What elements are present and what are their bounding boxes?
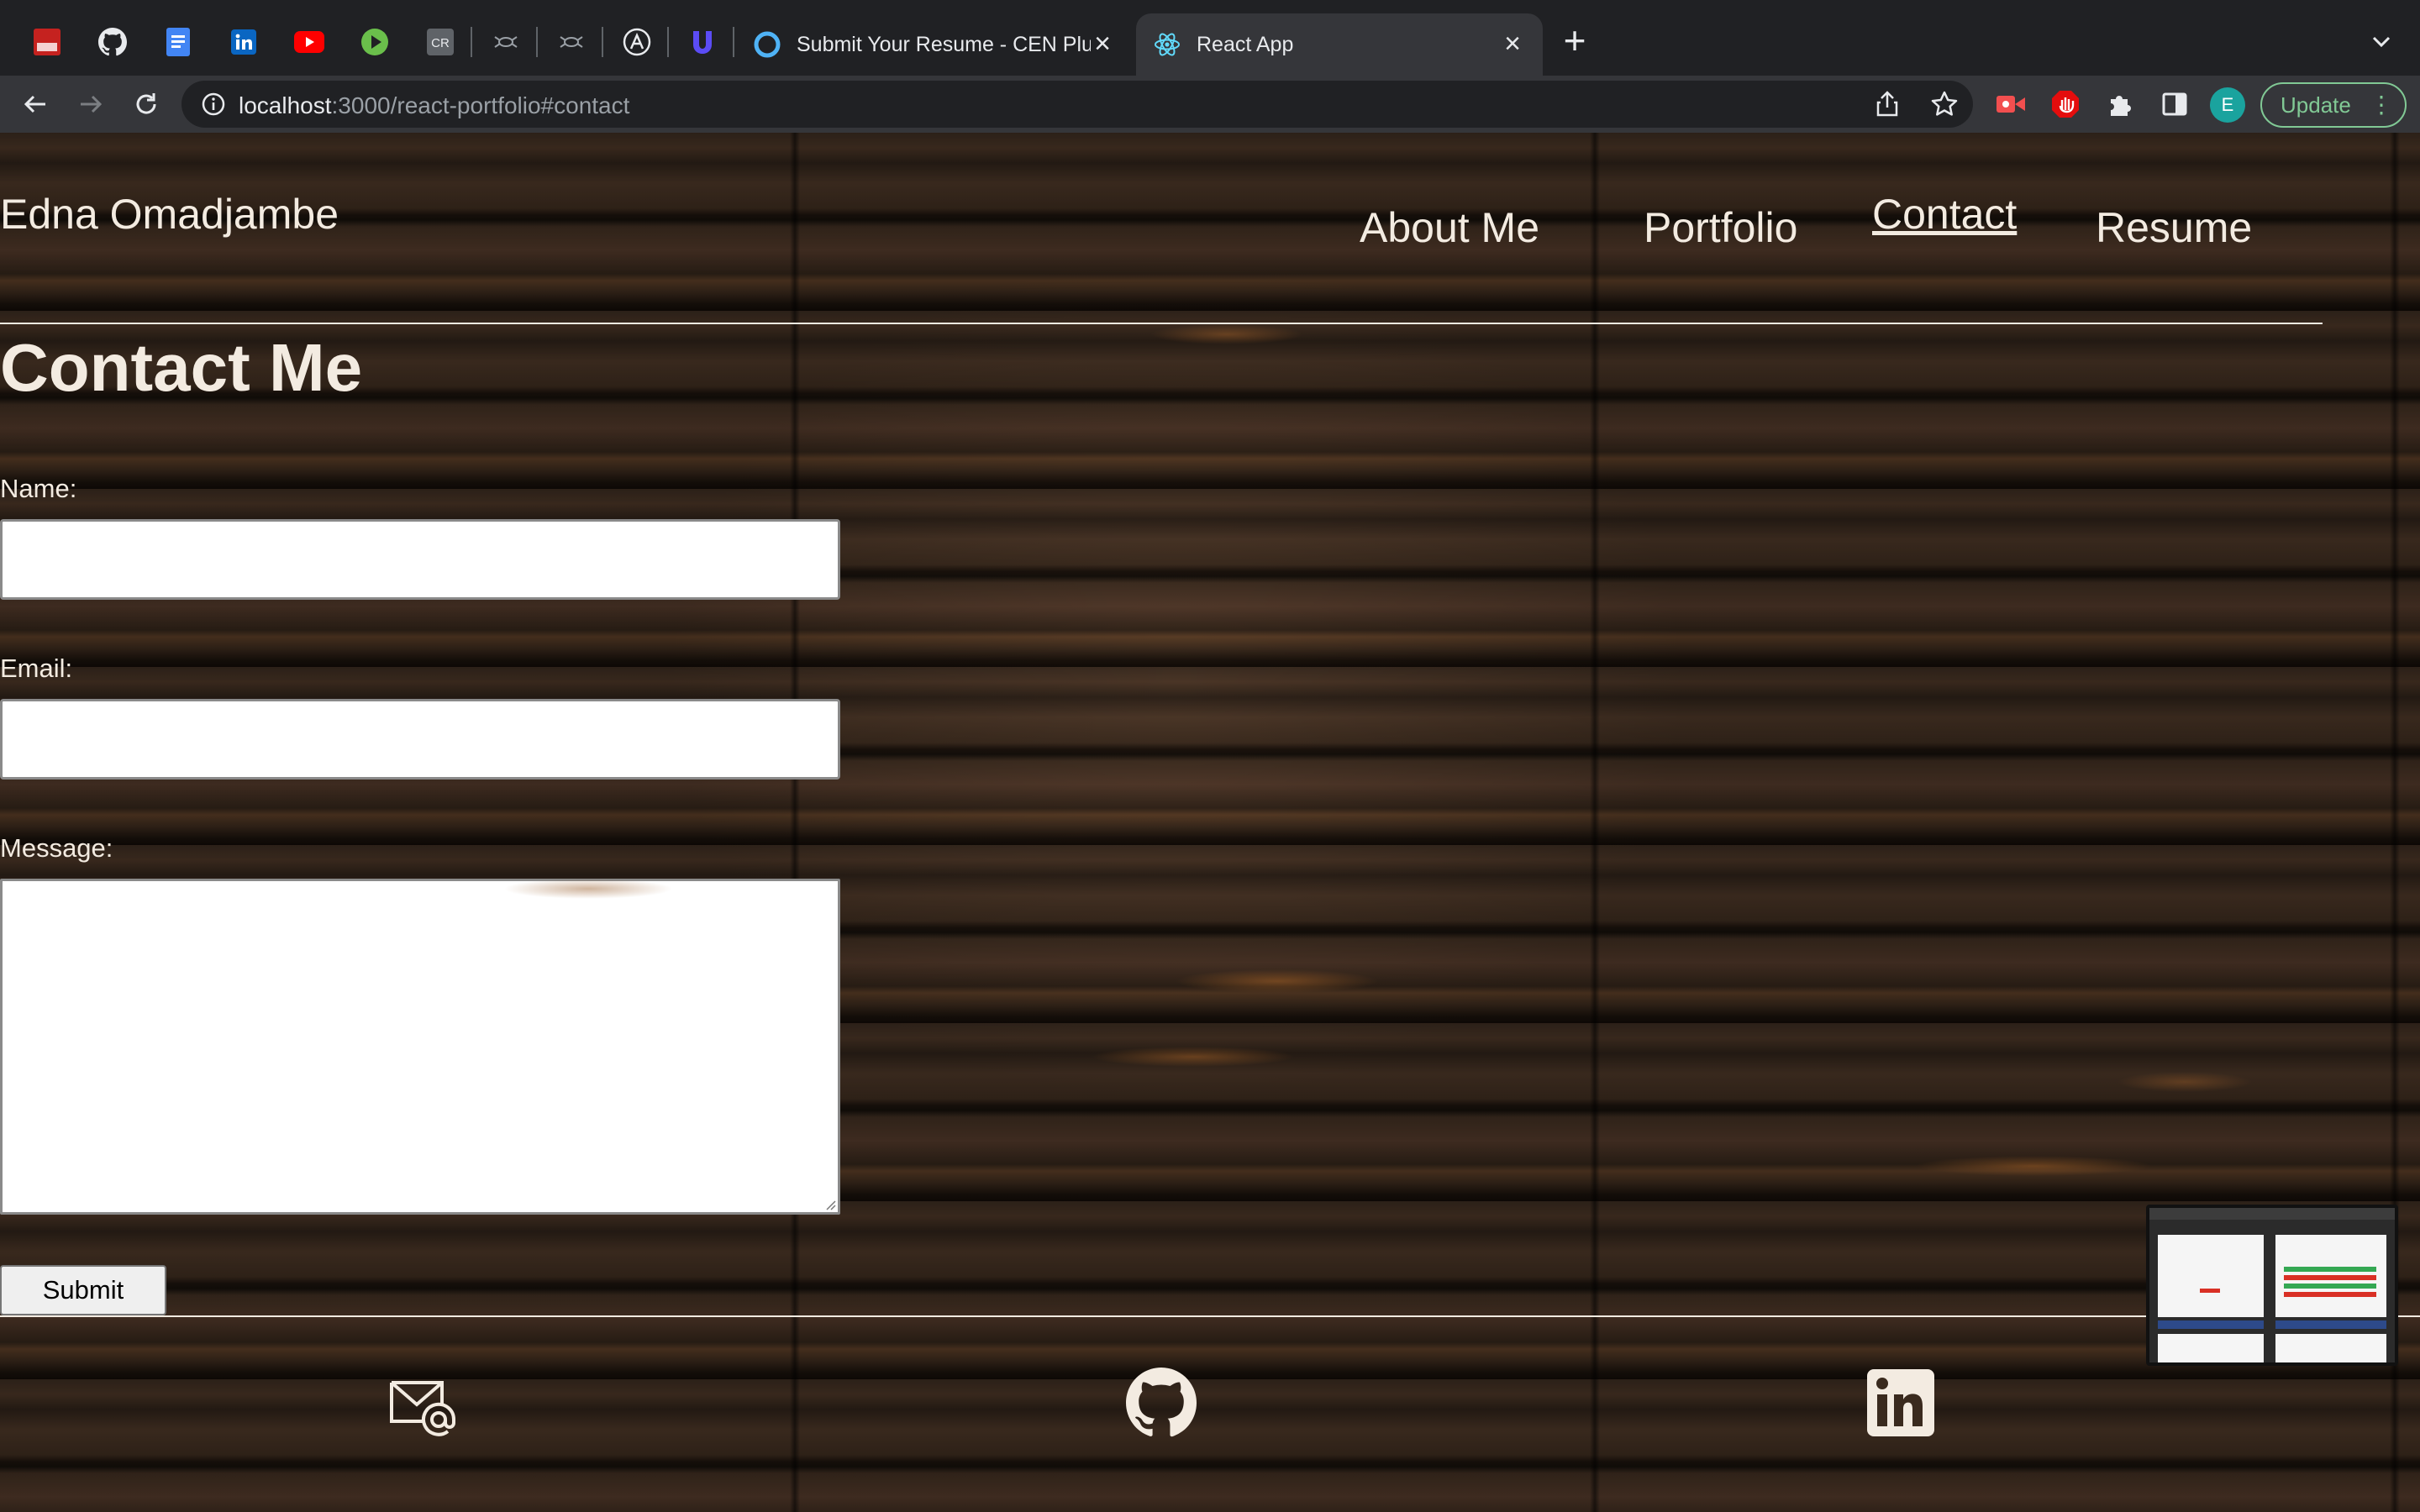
tab-react-app[interactable]: React App × [1136,13,1543,76]
reload-button[interactable] [128,86,165,123]
name-input[interactable] [0,519,840,600]
video-thumbnail [2149,1208,2395,1362]
tab-separator [536,27,538,57]
browser-tab-strip: CR Submit Your Resume - CEN Plu × React … [0,0,2420,76]
url-host: localhost [239,92,332,118]
profile-avatar[interactable]: E [2210,87,2245,123]
email-label: Email: [0,654,73,683]
youtube-icon[interactable] [286,18,333,66]
u-logo-icon[interactable] [679,18,726,66]
nav-contact[interactable]: Contact [1872,190,2017,239]
screen-recorder-extension-icon[interactable] [1993,86,2030,123]
site-name[interactable]: Edna Omadjambe [0,190,339,239]
email-input[interactable] [0,699,840,780]
google-docs-icon[interactable] [155,18,202,66]
close-tab-button[interactable]: × [1087,29,1118,59]
side-panel-icon[interactable] [2156,86,2193,123]
cr-icon[interactable]: CR [417,18,464,66]
info-icon[interactable] [198,89,229,119]
bookmark-star-icon[interactable] [1929,89,1960,119]
play-icon[interactable] [351,18,398,66]
extensions-puzzle-icon[interactable] [2102,86,2139,123]
picture-in-picture-preview[interactable] [2146,1205,2398,1366]
nav-portfolio[interactable]: Portfolio [1644,203,1797,252]
tab-separator [602,27,603,57]
page-viewport: Edna Omadjambe About Me Portfolio Contac… [0,133,2420,1512]
react-icon [1153,30,1181,59]
nav-resume[interactable]: Resume [2096,203,2252,252]
linkedin-icon[interactable] [1865,1368,1936,1438]
message-label: Message: [0,833,113,863]
a-circle-icon[interactable] [613,18,660,66]
more-menu-icon[interactable]: ⋮ [2370,92,2393,118]
header-divider [0,323,2323,324]
profile-initial: E [2221,94,2234,115]
submit-button[interactable]: Submit [0,1265,166,1315]
update-chrome-button[interactable]: Update ⋮ [2260,82,2407,128]
page-title: Contact Me [0,330,363,405]
tab-title: Submit Your Resume - CEN Plu [797,32,1091,56]
circle-ring-icon [753,30,781,59]
github-icon[interactable] [89,18,136,66]
github-icon[interactable] [1126,1368,1197,1438]
tab-separator [471,27,472,57]
url-path: :3000/react-portfolio#contact [331,92,630,118]
red-app-icon[interactable] [24,18,71,66]
new-tab-button[interactable]: + [1555,20,1595,60]
message-textarea[interactable] [0,879,840,1215]
url-text: localhost:3000/react-portfolio#contact [239,92,629,119]
nav-about-me[interactable]: About Me [1360,203,1539,252]
linkedin-icon[interactable] [220,18,267,66]
tab-title: React App [1197,32,1294,56]
tab-separator [733,27,734,57]
resize-handle-icon[interactable] [823,1197,836,1210]
spider-icon[interactable] [548,18,595,66]
footer-divider [0,1315,2420,1317]
forward-button[interactable] [72,86,109,123]
email-icon[interactable] [387,1368,457,1438]
spider-icon[interactable] [482,18,529,66]
address-bar[interactable]: localhost:3000/react-portfolio#contact [182,81,1973,128]
update-label: Update [2281,92,2351,118]
back-button[interactable] [17,86,54,123]
name-label: Name: [0,474,77,503]
adblock-extension-icon[interactable] [2047,86,2084,123]
tab-submit-resume[interactable]: Submit Your Resume - CEN Plu × [743,13,1133,76]
tab-separator [667,27,669,57]
svg-text:CR: CR [431,36,450,50]
browser-toolbar: localhost:3000/react-portfolio#contact E… [0,76,2420,133]
tab-search-chevron-icon[interactable] [2365,25,2398,59]
close-tab-button[interactable]: × [1497,29,1528,59]
share-icon[interactable] [1872,89,1902,119]
